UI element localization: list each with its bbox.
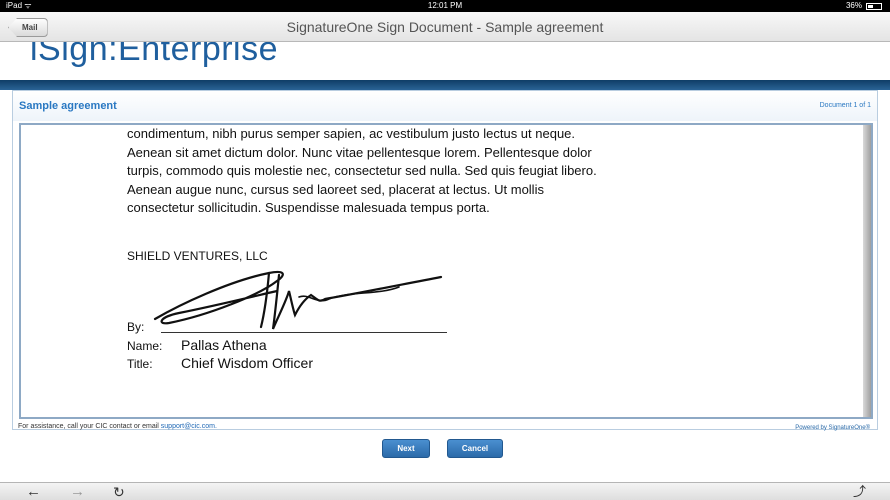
support-email-link[interactable]: support@cic.com. bbox=[161, 423, 217, 430]
forward-arrow-icon[interactable]: → bbox=[70, 484, 85, 500]
body-line: condimentum, nibh purus semper sapien, a… bbox=[127, 126, 576, 141]
company-name: SHIELD VENTURES, LLC bbox=[127, 249, 268, 263]
brand-band bbox=[0, 80, 890, 90]
body-line: turpis, commodo quis molestie nec, conse… bbox=[127, 163, 597, 178]
name-label: Name: bbox=[127, 339, 163, 353]
clock: 12:01 PM bbox=[427, 1, 463, 10]
signer-title: Chief Wisdom Officer bbox=[181, 355, 313, 371]
battery-percent: 36% bbox=[845, 1, 862, 10]
status-bar: iPad ᯤ 12:01 PM 36% bbox=[0, 0, 890, 12]
signature-line bbox=[161, 332, 447, 333]
battery-status: 36% bbox=[846, 0, 882, 12]
back-arrow-icon[interactable]: ← bbox=[26, 484, 41, 500]
powered-by: Powered by SignatureOne® bbox=[795, 425, 870, 431]
brand-header: iSign:Enterprise bbox=[0, 42, 890, 80]
by-label: By: bbox=[127, 320, 145, 334]
assistance-text: For assistance, call your CIC contact or… bbox=[18, 423, 217, 430]
cancel-button[interactable]: Cancel bbox=[447, 439, 503, 458]
document-counter: Document 1 of 1 bbox=[819, 102, 871, 109]
assistance-label: For assistance, call your CIC contact or… bbox=[18, 423, 161, 430]
nav-bar: Mail SignatureOne Sign Document - Sample… bbox=[0, 12, 890, 42]
next-button[interactable]: Next bbox=[382, 439, 430, 458]
document-page[interactable]: condimentum, nibh purus semper sapien, a… bbox=[19, 123, 873, 419]
battery-icon bbox=[866, 2, 882, 10]
title-label: Title: bbox=[127, 357, 153, 371]
share-icon[interactable]: ⤴ bbox=[853, 484, 866, 500]
body-line: Aenean augue nunc, cursus sed laoreet se… bbox=[127, 181, 544, 197]
page-title: SignatureOne Sign Document - Sample agre… bbox=[286, 19, 604, 35]
browser-toolbar: ← → ↻ ⤴ bbox=[0, 482, 890, 500]
body-line: Aenean sit amet dictum dolor. Nunc vitae… bbox=[127, 144, 592, 160]
signature-image bbox=[153, 270, 443, 330]
document-header: Sample agreement Document 1 of 1 bbox=[13, 91, 877, 121]
signer-name: Pallas Athena bbox=[181, 337, 267, 353]
document-title: Sample agreement bbox=[19, 100, 117, 112]
brand-logo: iSign:Enterprise bbox=[30, 42, 279, 68]
document-panel: Sample agreement Document 1 of 1 condime… bbox=[12, 90, 878, 430]
reload-icon[interactable]: ↻ bbox=[113, 484, 125, 500]
body-line: consectetur sollicitudin. Suspendisse ma… bbox=[127, 200, 490, 215]
document-body: condimentum, nibh purus semper sapien, a… bbox=[127, 125, 767, 218]
